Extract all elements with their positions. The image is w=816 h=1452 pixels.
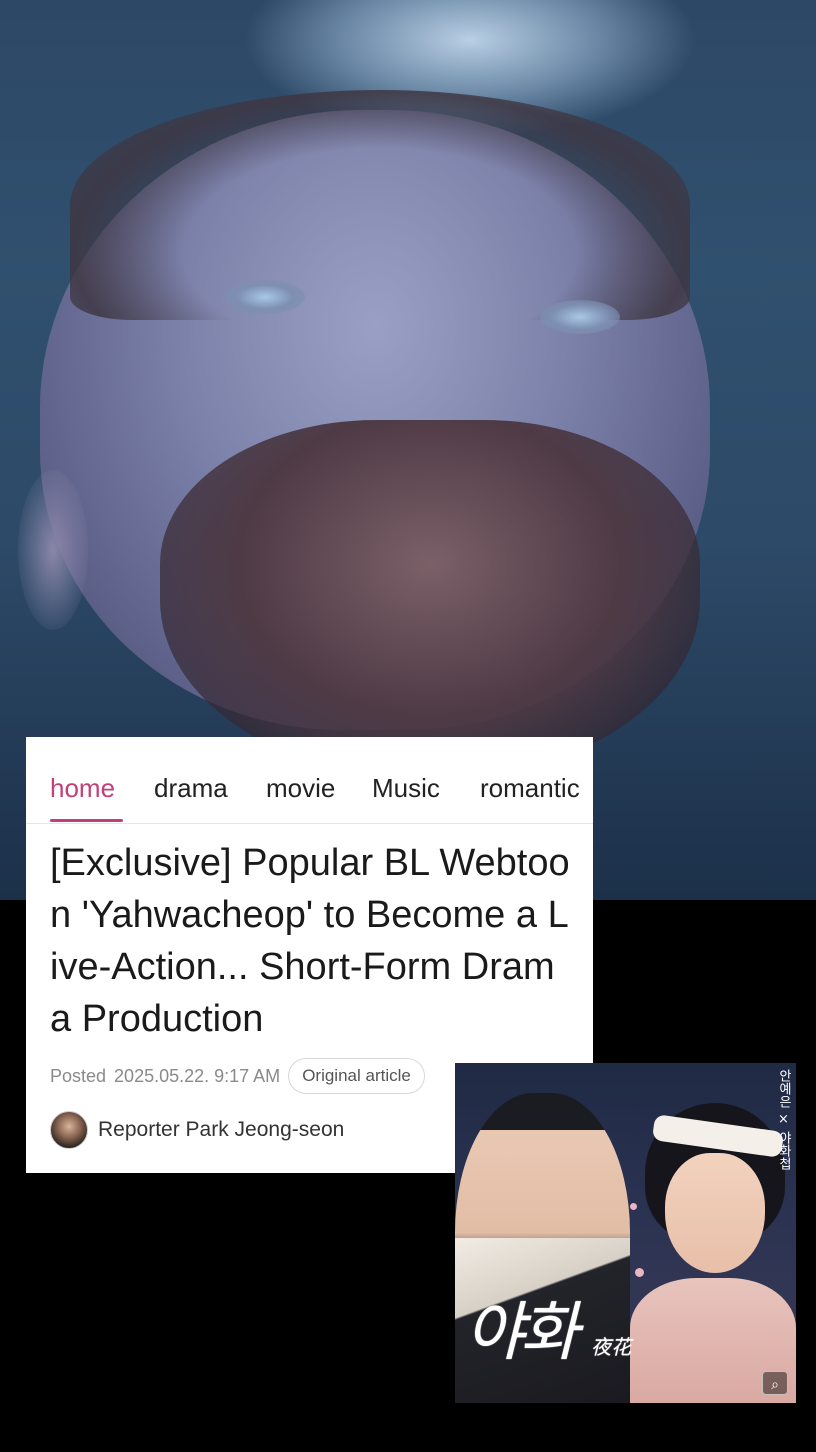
hair	[70, 90, 690, 320]
blossom	[635, 1268, 644, 1277]
avatar	[50, 1111, 88, 1149]
tab-romantic[interactable]: romantic	[480, 773, 580, 804]
logo-hangul: 야화	[465, 1296, 579, 1370]
logo-hanja: 夜花	[591, 1335, 632, 1359]
original-article-button[interactable]: Original article	[288, 1058, 425, 1094]
posted-date: 2025.05.22. 9:17 AM	[114, 1065, 281, 1086]
reporter-byline[interactable]: Reporter Park Jeong-seon	[50, 1111, 344, 1149]
webtoon-logo: 야화 夜花	[465, 1281, 631, 1373]
ear	[18, 470, 88, 630]
cover-vertical-credit: 안예은 × 야화첩	[776, 1069, 791, 1171]
female-character-face	[665, 1153, 765, 1273]
blossom	[630, 1203, 637, 1210]
active-tab-indicator	[50, 819, 123, 822]
zoom-icon[interactable]: ⌕	[762, 1371, 788, 1395]
tab-home[interactable]: home	[50, 773, 115, 804]
beard	[160, 420, 700, 780]
posted-label: Posted	[50, 1065, 107, 1086]
right-eye	[540, 300, 620, 334]
reporter-name: Reporter Park Jeong-seon	[98, 1118, 345, 1141]
tab-music[interactable]: Music	[372, 773, 440, 804]
tab-drama[interactable]: drama	[154, 773, 228, 804]
tab-movie[interactable]: movie	[266, 773, 335, 804]
category-tabs: home drama movie Music romantic	[26, 737, 593, 824]
article-headline: [Exclusive] Popular BL Webtoon 'Yahwache…	[50, 842, 570, 1040]
left-eye	[225, 280, 305, 314]
article-meta: Posted 2025.05.22. 9:17 AM Original arti…	[50, 1057, 425, 1095]
webtoon-cover-image: 야화 夜花 안예은 × 야화첩 ⌕	[455, 1063, 796, 1403]
